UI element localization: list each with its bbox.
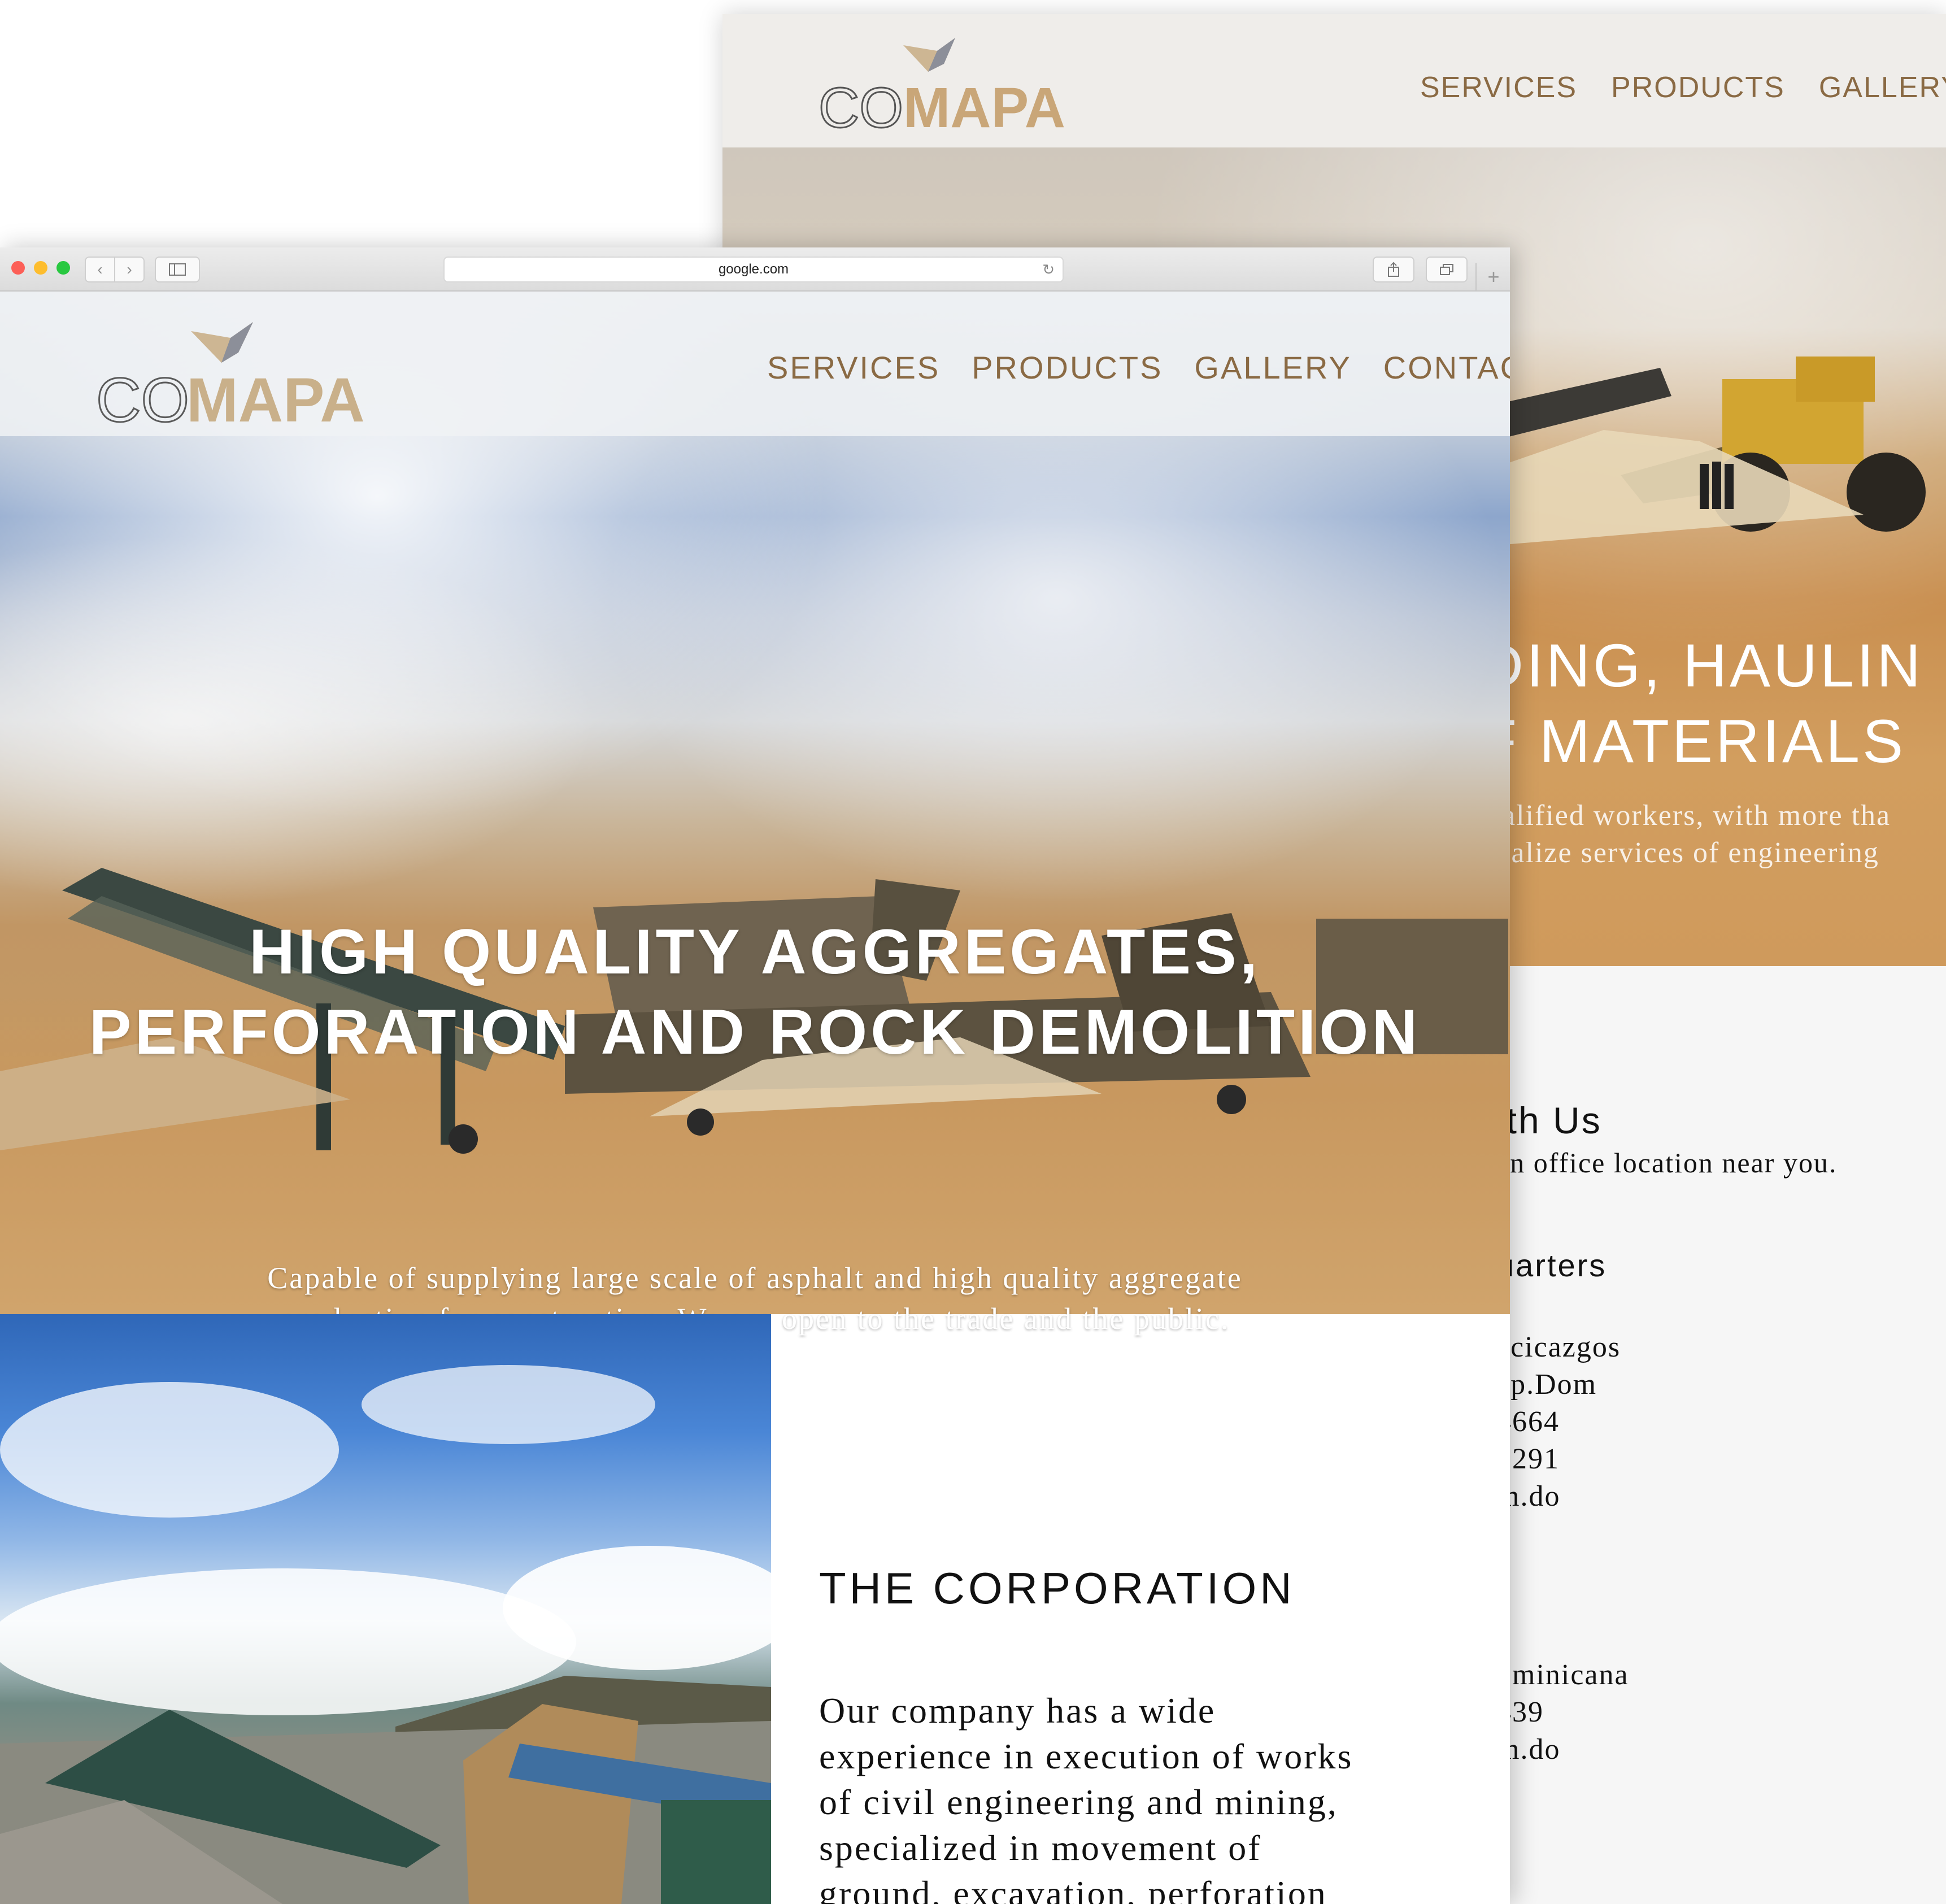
back-nav: SERVICES PRODUCTS GALLERY: [1420, 71, 1946, 105]
back-nav-services[interactable]: SERVICES: [1420, 71, 1577, 105]
minimize-window-button[interactable]: [34, 261, 47, 275]
site-header: CO MAPA SERVICES PRODUCTS GALLERY CONTAC…: [0, 292, 1510, 436]
back-contact-line: 439: [1496, 1696, 1544, 1728]
corporation-body-line: ground, excavation, perforation: [819, 1873, 1327, 1904]
sidebar-icon[interactable]: [155, 257, 200, 282]
address-bar-text: google.com: [718, 262, 789, 277]
back-contact-subtitle: an office location near you.: [1496, 1147, 1838, 1179]
nav-gallery[interactable]: GALLERY: [1194, 349, 1351, 386]
corporation-body-line: specialized in movement of: [819, 1828, 1262, 1868]
back-logo-mapa: MAPA: [903, 76, 1065, 140]
chevron-right-icon[interactable]: ›: [114, 257, 145, 282]
back-contact-title: ith Us: [1496, 1099, 1602, 1141]
back-contact-line[interactable]: m.do: [1496, 1731, 1837, 1768]
back-contact-line: acicazgos: [1496, 1331, 1621, 1363]
back-hero-headline-line1: DING, HAULIN: [1479, 631, 1924, 699]
page-viewport: CO MAPA SERVICES PRODUCTS GALLERY CONTAC…: [0, 292, 1510, 1904]
corporation-image: [0, 1314, 771, 1904]
main-nav: SERVICES PRODUCTS GALLERY CONTACT: [767, 349, 1510, 386]
back-hero-headline-line2: F MATERIALS: [1479, 707, 1906, 775]
hero-headline-line1: HIGH QUALITY AGGREGATES,: [249, 916, 1261, 987]
browser-toolbar: ‹ › google.com ↻ +: [0, 247, 1510, 292]
back-contact-line: ep.Dom: [1496, 1368, 1597, 1401]
tabs-icon[interactable]: [1426, 257, 1468, 282]
plus-icon[interactable]: +: [1475, 263, 1510, 290]
nav-products[interactable]: PRODUCTS: [972, 349, 1163, 386]
back-hero-headline: DING, HAULIN F MATERIALS: [1479, 628, 1923, 779]
nav-services[interactable]: SERVICES: [767, 349, 940, 386]
corporation-body-line: experience in execution of works: [819, 1736, 1353, 1776]
back-nav-products[interactable]: PRODUCTS: [1611, 71, 1785, 105]
back-contact-line[interactable]: m.do: [1496, 1478, 1837, 1515]
close-window-button[interactable]: [11, 261, 25, 275]
corporation-body: Our company has a wide experience in exe…: [819, 1688, 1469, 1904]
back-contact-line: ominicana: [1496, 1659, 1629, 1691]
back-contact-heading: uarters: [1496, 1247, 1607, 1283]
address-bar[interactable]: google.com ↻: [443, 257, 1064, 282]
slider-dot[interactable]: [783, 1512, 802, 1531]
corporation-title: THE CORPORATION: [819, 1563, 1295, 1613]
comapa-logo[interactable]: CO MAPA: [90, 303, 384, 433]
logo-co: CO: [96, 366, 189, 433]
hero-slider: CO MAPA SERVICES PRODUCTS GALLERY CONTAC…: [0, 292, 1510, 1531]
reload-icon[interactable]: ↻: [1042, 258, 1055, 281]
zoom-window-button[interactable]: [56, 261, 70, 275]
back-comapa-logo[interactable]: CO MAPA: [819, 20, 1073, 144]
back-hero-subtitle: alified workers, with more tha ialize se…: [1502, 797, 1891, 872]
back-contact-line: 5291: [1496, 1443, 1560, 1475]
corporation-body-line: of civil engineering and mining,: [819, 1782, 1338, 1822]
back-hero-subtitle-line1: alified workers, with more tha: [1502, 799, 1891, 832]
corporation-section: THE CORPORATION Our company has a wide e…: [819, 1563, 1469, 1904]
share-icon[interactable]: [1373, 257, 1414, 282]
back-contact-section: ith Us an office location near you. uart…: [1496, 1099, 1837, 1768]
back-hero-subtitle-line2: ialize services of engineering: [1502, 837, 1879, 869]
hero-subtitle-line1: Capable of supplying large scale of asph…: [267, 1261, 1243, 1295]
back-hero-machinery: [1457, 357, 1926, 549]
back-contact-line: 4664: [1496, 1406, 1560, 1438]
chevron-left-icon[interactable]: ‹: [85, 257, 115, 282]
hero-headline: HIGH QUALITY AGGREGATES, PERFORATION AND…: [0, 912, 1510, 1072]
logo-mapa: MAPA: [186, 366, 365, 433]
back-nav-gallery[interactable]: GALLERY: [1819, 71, 1946, 105]
back-logo-co: CO: [819, 76, 903, 140]
browser-window: ‹ › google.com ↻ + CO MAPA SERVICES PROD…: [0, 247, 1510, 1904]
back-contact-address-2: ominicana 439 m.do: [1496, 1657, 1837, 1768]
logo-mark: [191, 322, 253, 363]
back-site-header: CO MAPA SERVICES PRODUCTS GALLERY: [722, 14, 1946, 147]
back-contact-address: acicazgos ep.Dom 4664 5291 m.do: [1496, 1329, 1837, 1515]
corporation-body-line: Our company has a wide: [819, 1690, 1216, 1731]
hero-headline-line2: PERFORATION AND ROCK DEMOLITION: [89, 997, 1421, 1067]
nav-contact[interactable]: CONTACT: [1383, 349, 1510, 386]
